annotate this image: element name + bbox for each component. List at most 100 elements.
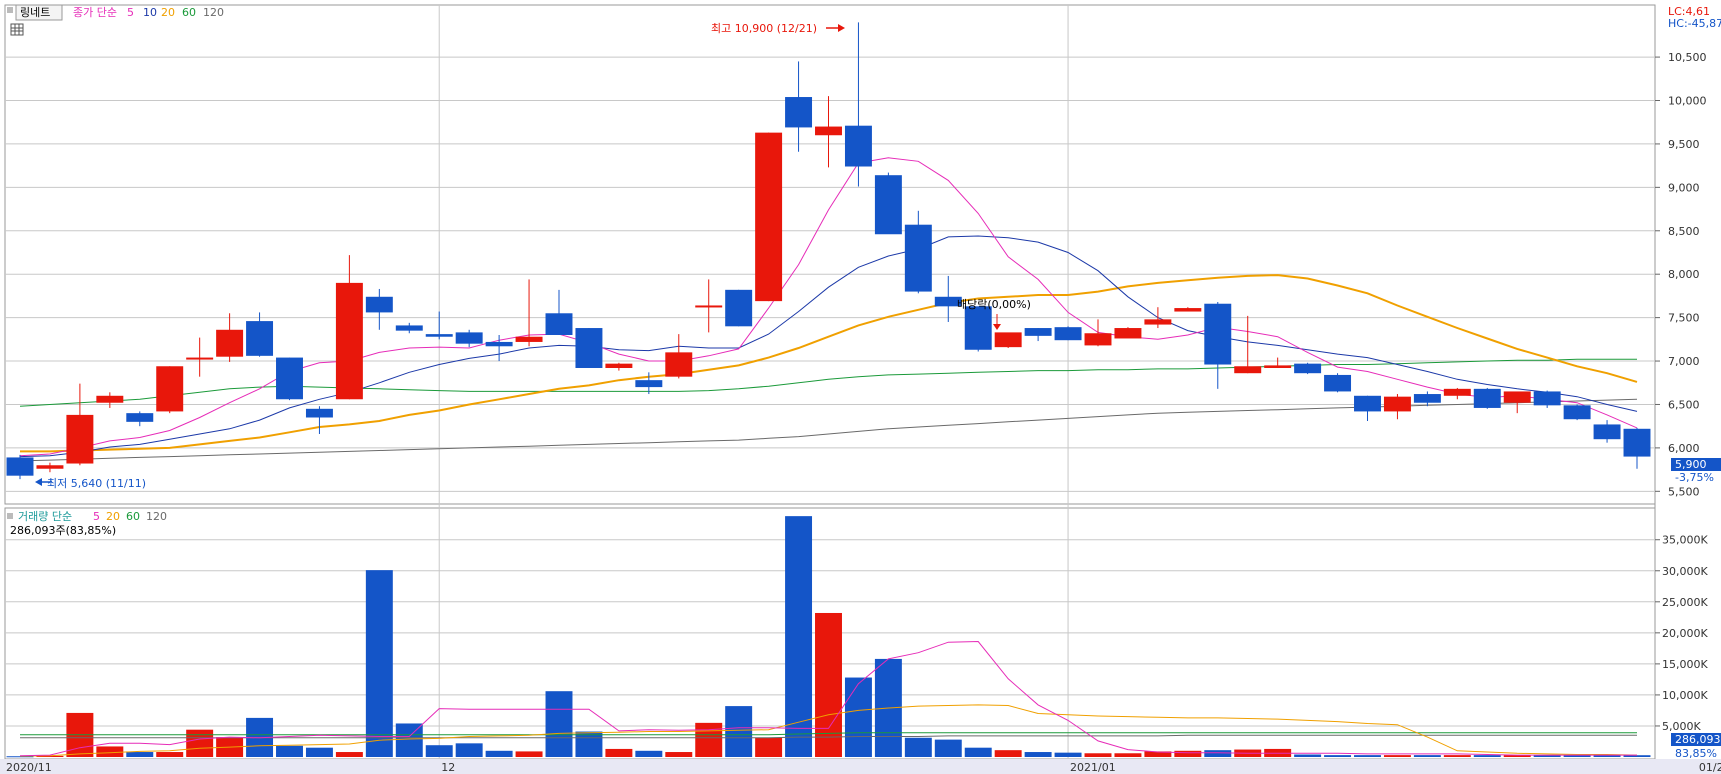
- candle-body: [156, 366, 184, 412]
- volume-bar: [365, 570, 393, 757]
- candle-body: [1174, 308, 1202, 312]
- candle-body: [1354, 395, 1381, 412]
- volume-bar: [725, 706, 753, 757]
- low-annotation: 최저 5,640 (11/11): [47, 477, 146, 490]
- date-tick-label: 2021/01: [1070, 761, 1116, 774]
- volume-bar: [455, 743, 483, 757]
- candle: [1114, 327, 1142, 339]
- candle: [276, 357, 303, 401]
- vol-legend-ma20: 20: [106, 510, 120, 523]
- volume-bar: [904, 737, 932, 757]
- volume-legend-label: 거래량 단순: [18, 510, 72, 523]
- last-price: 5,900: [1675, 458, 1707, 471]
- volume-bar: [1204, 750, 1232, 757]
- candle-body: [66, 414, 94, 464]
- candle-body: [1533, 391, 1561, 406]
- candle-body: [485, 341, 513, 347]
- volume-bar: [964, 747, 992, 757]
- volume-bar: [1354, 755, 1381, 757]
- candle-body: [276, 357, 303, 400]
- date-tick-label: 01/29: [1699, 761, 1721, 774]
- vol-legend-ma120: 120: [146, 510, 167, 523]
- candle-body: [126, 413, 154, 422]
- candle: [1473, 387, 1501, 409]
- volume-bar: [1383, 755, 1411, 757]
- volume-tick-label: 10,000K: [1662, 689, 1708, 702]
- vol-legend-ma60: 60: [126, 510, 140, 523]
- volume-bar: [1024, 752, 1052, 757]
- price-tick-label: 6,000: [1668, 442, 1700, 455]
- candle-body: [1054, 327, 1082, 341]
- volume-tick-label: 15,000K: [1662, 658, 1708, 671]
- candle-body: [755, 132, 783, 302]
- volume-summary: 286,093주(83,85%): [10, 524, 116, 537]
- candle-body: [305, 408, 333, 418]
- volume-bar: [1084, 753, 1112, 757]
- candle-body: [575, 328, 603, 368]
- candle-body: [1264, 365, 1292, 368]
- candle: [575, 328, 603, 368]
- candle-body: [216, 329, 244, 357]
- candle-body: [785, 97, 813, 128]
- price-tick-label: 10,000: [1668, 95, 1707, 108]
- candle: [1563, 404, 1591, 421]
- candle-body: [335, 282, 363, 400]
- volume-bar: [635, 750, 663, 757]
- candle-body: [665, 352, 693, 377]
- last-volume-pct: 83,85%: [1675, 747, 1717, 760]
- volume-bar: [485, 750, 513, 757]
- candle-body: [186, 357, 214, 360]
- price-tick-label: 9,000: [1668, 181, 1700, 194]
- candle-body: [1383, 396, 1411, 412]
- price-legend-label: 종가 단순: [73, 6, 117, 19]
- volume-bar: [605, 748, 633, 757]
- candle-body: [515, 336, 543, 342]
- candle-body: [874, 175, 902, 235]
- volume-tick-label: 5,000K: [1662, 720, 1701, 733]
- candle-body: [1204, 303, 1232, 365]
- volume-bar: [755, 737, 783, 757]
- high-annotation: 최고 10,900 (12/21): [711, 22, 817, 35]
- legend-ma60: 60: [182, 6, 196, 19]
- price-tick-label: 6,500: [1668, 398, 1700, 411]
- grid-toggle-icon[interactable]: [10, 23, 24, 36]
- price-tick-label: 5,500: [1668, 485, 1700, 498]
- candle-body: [365, 296, 393, 313]
- candle-body: [1503, 391, 1531, 403]
- date-tick-label: 12: [441, 761, 455, 774]
- legend-ma5: 5: [127, 6, 134, 19]
- last-volume: 286,093: [1675, 733, 1721, 746]
- legend-ma20: 20: [161, 6, 175, 19]
- candle-body: [904, 224, 932, 292]
- volume-bar: [1174, 750, 1202, 757]
- candle-body: [545, 313, 573, 335]
- price-panel: [4, 4, 1656, 505]
- candle-body: [1294, 363, 1322, 374]
- volume-bar: [276, 745, 303, 757]
- candle-body: [36, 465, 64, 469]
- vol-legend-ma5: 5: [93, 510, 100, 523]
- candle-body: [1324, 374, 1352, 392]
- legend-ma10: 10: [143, 6, 157, 19]
- candle-body: [635, 380, 663, 388]
- dividend-annotation: 배당락(0,00%): [957, 298, 1031, 311]
- candle: [725, 289, 753, 327]
- candle-body: [815, 126, 842, 136]
- volume-bar: [545, 691, 573, 757]
- chart-canvas[interactable]: 5,500 6,000 6,500 7,000 7,500 8,000 8,500 9,000…: [0, 0, 1721, 774]
- volume-bar: [335, 752, 363, 757]
- volume-bar: [126, 752, 154, 757]
- candle-body: [96, 395, 124, 403]
- stock-chart[interactable]: 5,500 6,000 6,500 7,000 7,500 8,000 8,500 9,000…: [0, 0, 1721, 774]
- candle-body: [1413, 394, 1441, 403]
- candle: [156, 366, 184, 414]
- volume-bar: [1114, 753, 1142, 757]
- candle-body: [964, 306, 992, 350]
- candle-body: [605, 363, 633, 368]
- volume-bar: [1294, 754, 1322, 757]
- volume-bar: [515, 751, 543, 757]
- candle: [6, 454, 34, 480]
- price-tick-label: 7,000: [1668, 355, 1700, 368]
- volume-bar: [575, 731, 603, 757]
- date-tick-label: 2020/11: [6, 761, 52, 774]
